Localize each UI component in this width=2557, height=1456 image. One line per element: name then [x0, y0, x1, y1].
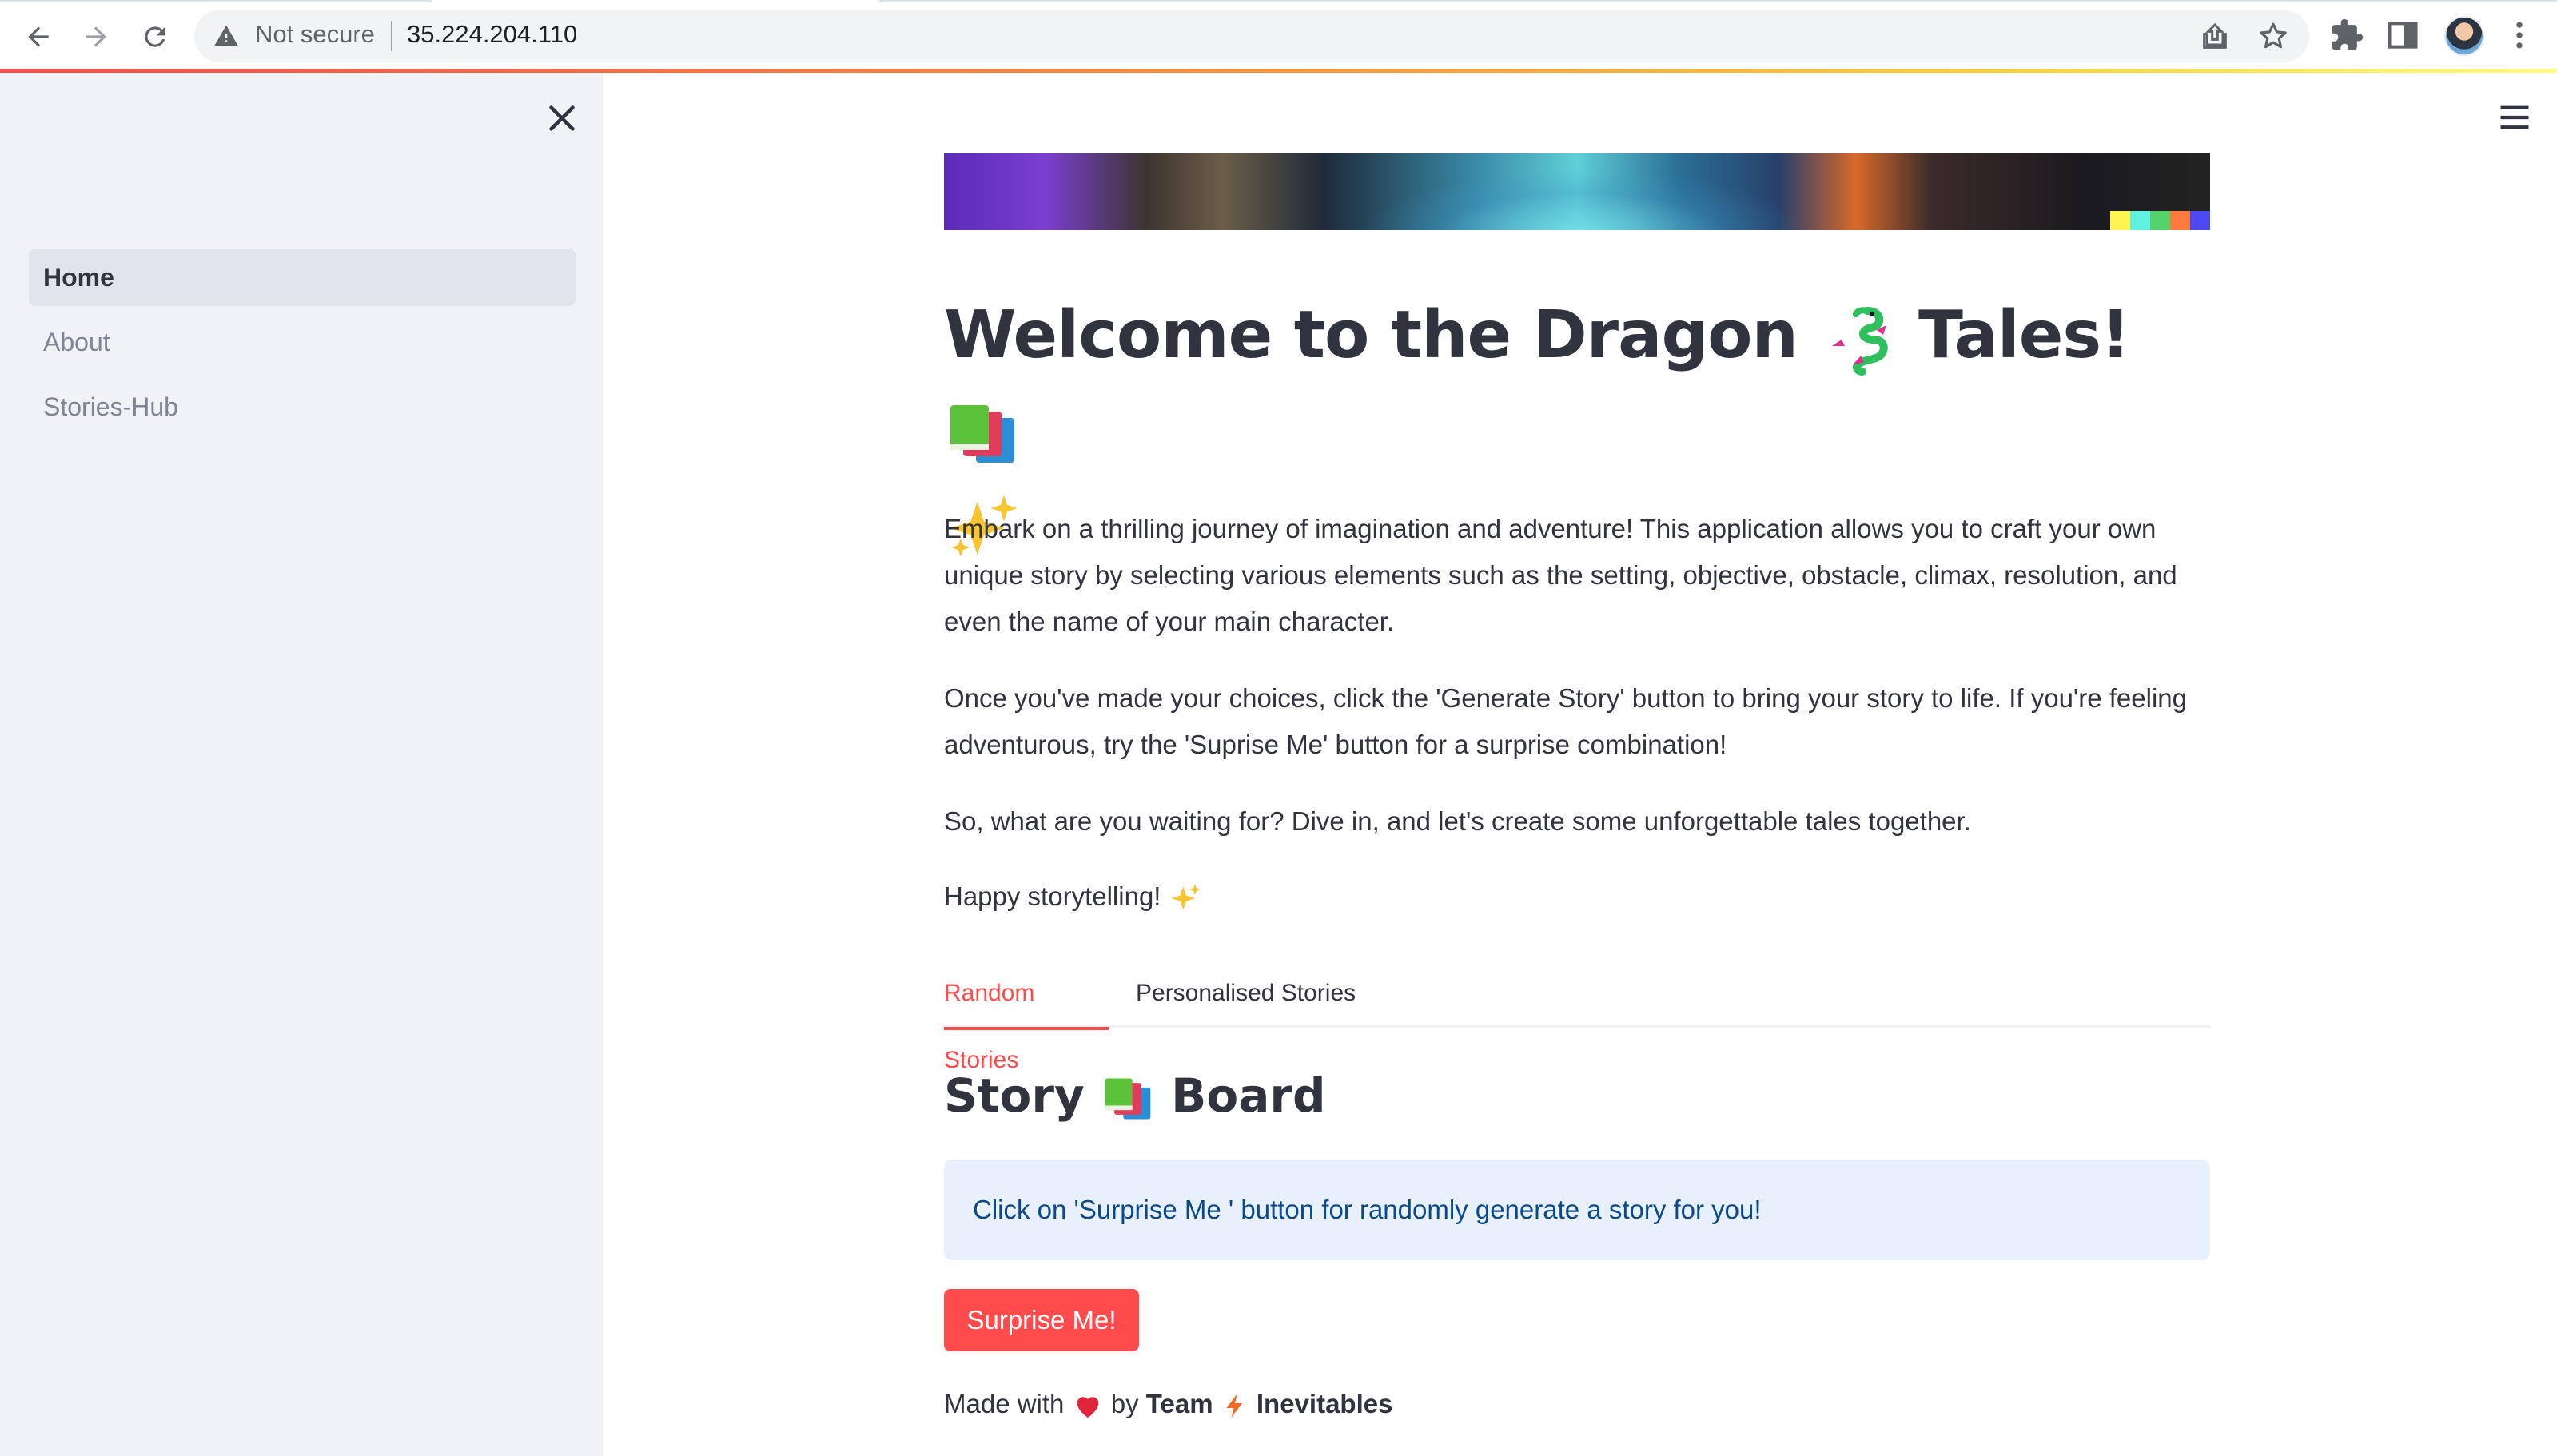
tab-strip-edge: [0, 0, 2557, 2]
reload-icon: [145, 26, 165, 47]
instructions-paragraph: Once you've made your choices, click the…: [944, 683, 2187, 759]
sidebar: Home About Stories-Hub: [0, 73, 603, 1456]
title-text-2: Tales!: [1918, 297, 2131, 373]
star-icon[interactable]: [2256, 19, 2290, 53]
close-sidebar-icon[interactable]: [544, 100, 580, 137]
banner-image: [944, 153, 2210, 230]
sidebar-item-home[interactable]: Home: [29, 249, 576, 306]
url-text[interactable]: 35.224.204.110: [407, 20, 577, 49]
forward-arrow-icon: [86, 26, 106, 47]
info-alert: Click on 'Surprise Me ' button for rando…: [944, 1160, 2210, 1260]
sidebar-item-stories-hub[interactable]: Stories-Hub: [29, 378, 576, 436]
sidebar-nav: Home About Stories-Hub: [29, 249, 576, 443]
footer-by: by: [1110, 1389, 1139, 1418]
warning-triangle-icon: [214, 25, 238, 46]
section-heading-text: Story: [944, 1068, 1085, 1123]
books-emoji-icon: [950, 404, 1014, 463]
share-icon[interactable]: [2199, 21, 2231, 53]
main-content: Welcome to the Dragon Tales! Embark on a…: [603, 73, 2557, 1456]
cta-paragraph: So, what are you waiting for? Dive in, a…: [944, 806, 1971, 836]
footer: Made with by Team Inevitables: [944, 1380, 1392, 1428]
sidebar-item-about[interactable]: About: [29, 313, 576, 371]
lightning-icon: [1226, 1394, 1242, 1418]
sparkles-emoji-icon: [1171, 883, 1201, 910]
profile-avatar[interactable]: [2444, 16, 2484, 56]
tab-personalised-stories[interactable]: Personalised Stories: [1136, 960, 1356, 1028]
address-bar[interactable]: Not secure 35.224.204.110: [194, 10, 2309, 62]
intro-paragraph: Embark on a thrilling journey of imagina…: [944, 514, 2177, 636]
address-divider: [391, 21, 392, 51]
kebab-menu-icon[interactable]: [2502, 18, 2537, 53]
extensions-icon[interactable]: [2329, 18, 2364, 53]
closing-text: Happy storytelling!: [944, 881, 1161, 911]
banner-color-swatches: [2110, 211, 2210, 230]
dragon-emoji-icon: [1832, 306, 1889, 376]
section-heading-text-2: Board: [1171, 1068, 1326, 1123]
books-emoji-icon: [1105, 1078, 1151, 1120]
footer-made-with: Made with: [944, 1389, 1065, 1418]
surprise-me-button[interactable]: Surprise Me!: [944, 1289, 1139, 1351]
tab-random-stories[interactable]: Random Stories: [944, 960, 1109, 1073]
browser-toolbar: Not secure 35.224.204.110: [0, 0, 2557, 73]
forward-button[interactable]: [74, 14, 118, 59]
heart-icon: [1077, 1397, 1098, 1418]
reload-button[interactable]: [133, 14, 177, 59]
back-button[interactable]: [16, 14, 61, 59]
closing-paragraph: Happy storytelling!: [944, 873, 2210, 920]
security-label[interactable]: Not secure: [255, 20, 375, 49]
title-text: Welcome to the Dragon: [944, 297, 1798, 373]
hamburger-menu-icon[interactable]: [2498, 103, 2531, 132]
footer-team: Team: [1145, 1389, 1213, 1418]
back-arrow-icon: [28, 26, 49, 47]
story-tabs: Random Stories Personalised Stories: [944, 960, 2210, 1073]
section-heading: Story Board: [944, 1064, 1326, 1128]
side-panel-icon[interactable]: [2385, 18, 2420, 53]
footer-team-name: Inevitables: [1256, 1389, 1393, 1418]
